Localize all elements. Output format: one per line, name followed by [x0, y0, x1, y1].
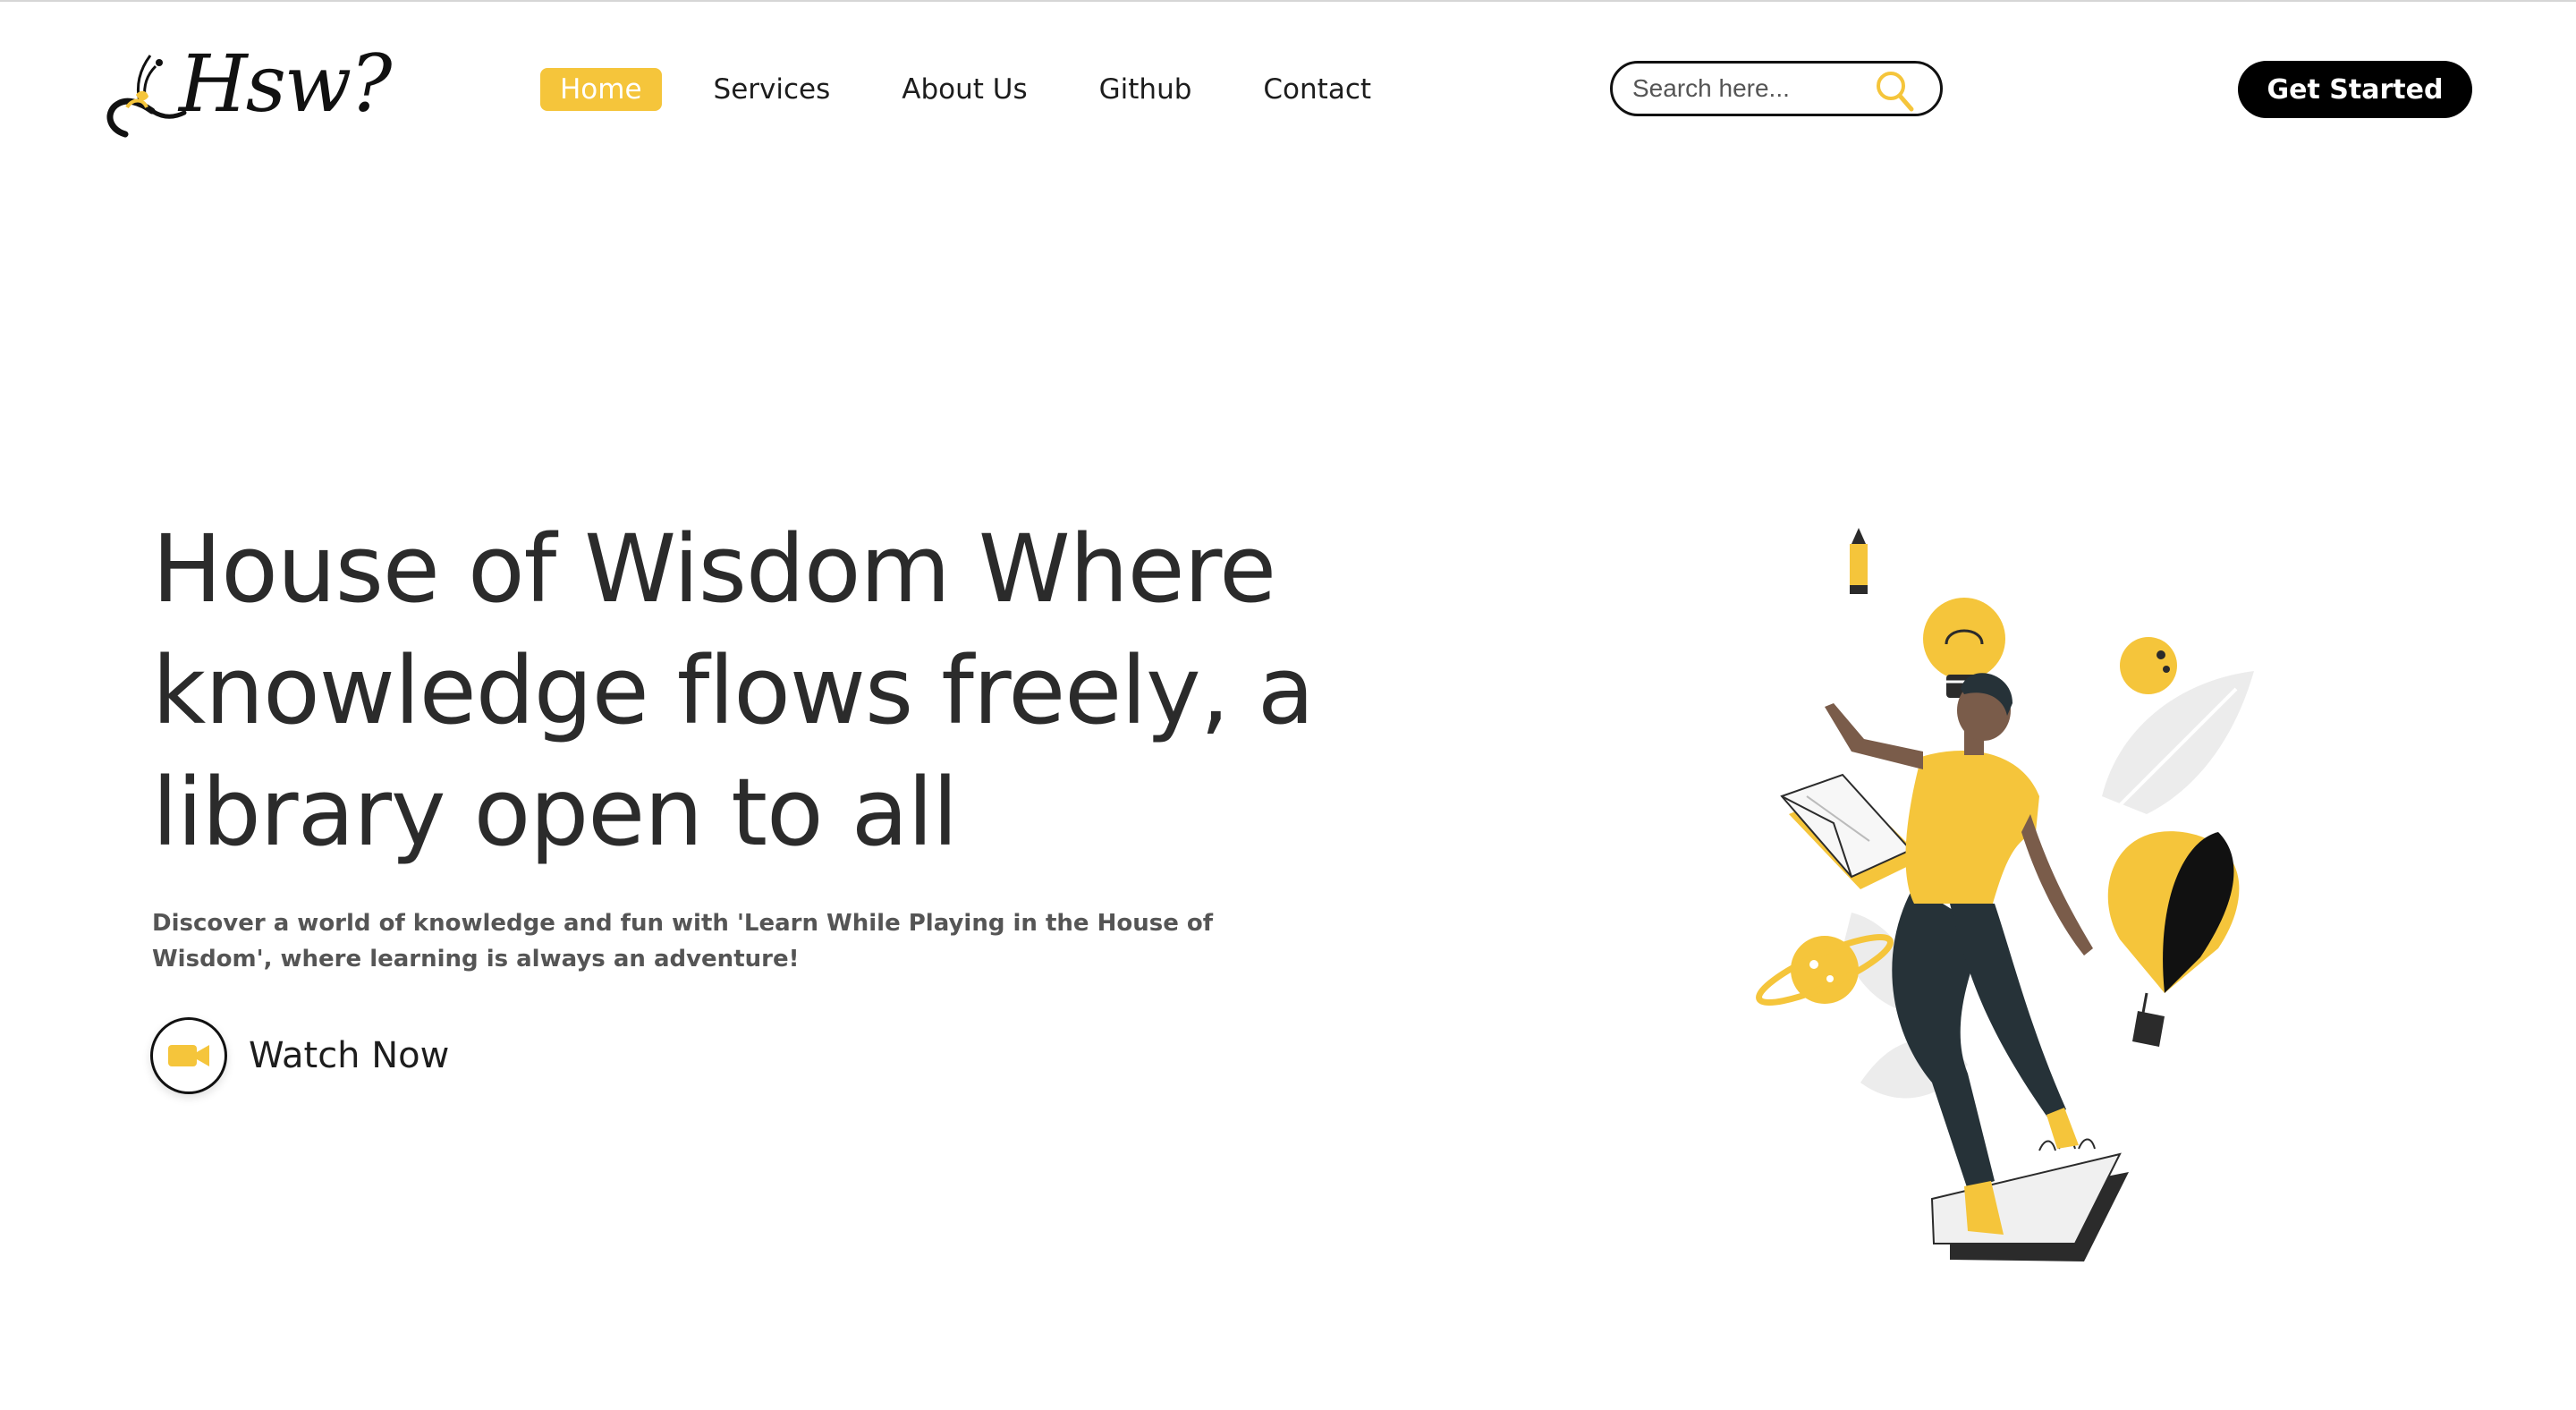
- hot-air-balloon-icon: [2107, 831, 2240, 1047]
- hero-title: House of Wisdom Where knowledge flows fr…: [152, 514, 1315, 867]
- video-camera-icon: [168, 1045, 209, 1066]
- nav-item-github[interactable]: Github: [1081, 68, 1210, 111]
- top-divider: [0, 0, 2576, 2]
- nav-item-contact[interactable]: Contact: [1245, 68, 1389, 111]
- nav-item-about-us[interactable]: About Us: [884, 68, 1045, 111]
- watch-now-label: Watch Now: [249, 1035, 450, 1076]
- search-input[interactable]: [1631, 73, 1876, 104]
- ball-icon: [2120, 637, 2177, 694]
- nav-item-services[interactable]: Services: [696, 68, 849, 111]
- hero-subtitle: Discover a world of knowledge and fun wi…: [152, 910, 1214, 973]
- watch-now-circle[interactable]: [150, 1017, 227, 1094]
- nav-item-home[interactable]: Home: [540, 68, 662, 111]
- search-box: [1610, 61, 1943, 116]
- search-icon[interactable]: [1874, 69, 1915, 112]
- hero-illustration: [1756, 528, 2254, 1261]
- main-nav: Home Services About Us Github Contact: [540, 68, 1425, 111]
- pencil-icon: [1850, 528, 1868, 594]
- get-started-button[interactable]: Get Started: [2238, 61, 2472, 118]
- brand-logo[interactable]: Hsw?: [100, 36, 392, 141]
- logo-text: Hsw?: [179, 38, 392, 130]
- watch-now-button[interactable]: Watch Now: [150, 1015, 449, 1097]
- book-icon: [1780, 773, 1923, 889]
